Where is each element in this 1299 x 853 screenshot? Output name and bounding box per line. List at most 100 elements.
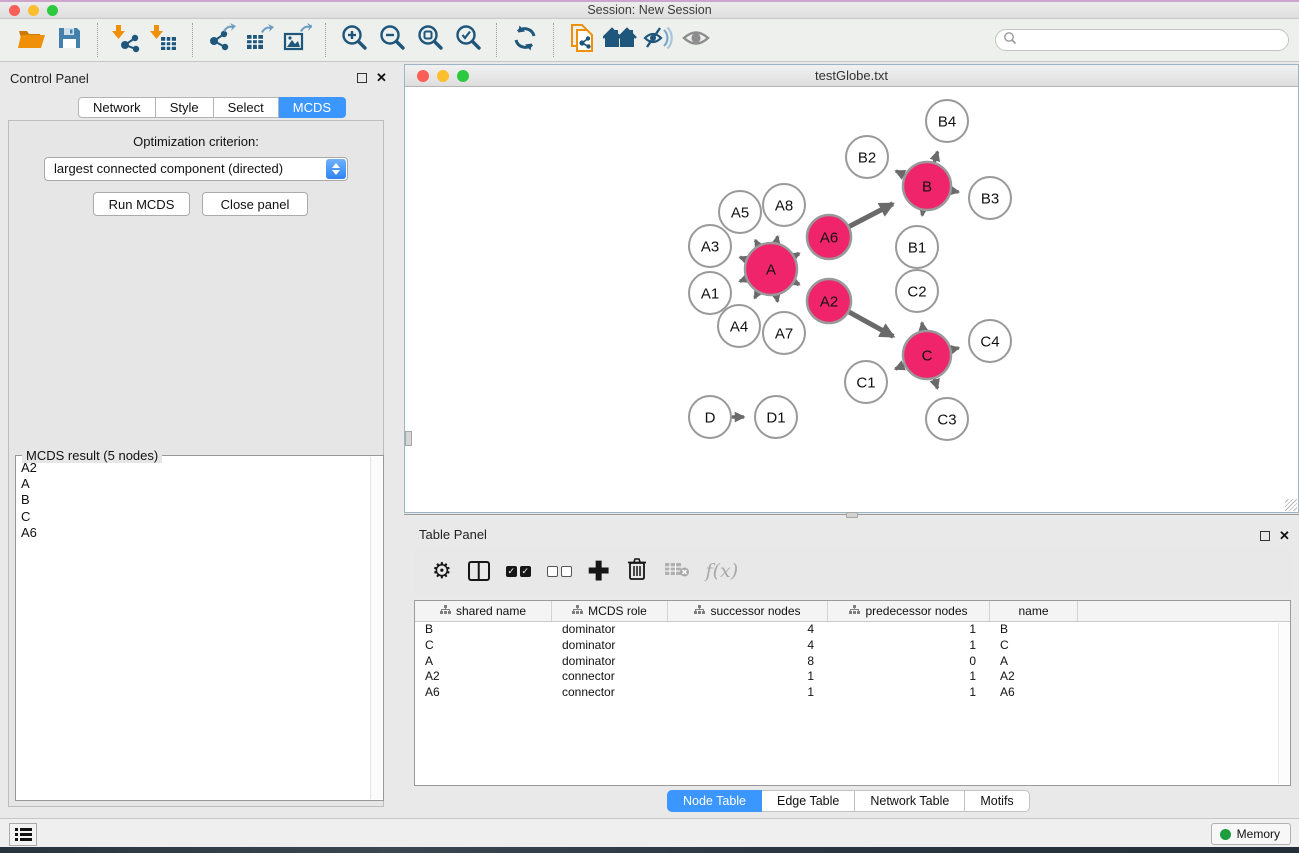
node-A1[interactable]: A1 <box>689 272 731 314</box>
delete-column-button[interactable] <box>626 556 648 586</box>
float-panel-icon[interactable] <box>357 73 367 83</box>
import-table-button[interactable] <box>147 24 181 56</box>
open-file-button[interactable] <box>14 24 48 56</box>
edge-C-C3[interactable] <box>934 379 937 389</box>
import-network-button[interactable] <box>109 24 143 56</box>
column-header-predecessor-nodes[interactable]: predecessor nodes <box>828 601 990 621</box>
table-cell[interactable]: connector <box>552 669 668 685</box>
node-B3[interactable]: B3 <box>969 177 1011 219</box>
edge-A2-C[interactable] <box>849 312 893 336</box>
table-cell[interactable]: A <box>990 654 1078 670</box>
table-row[interactable]: Adominator80A <box>415 654 1290 670</box>
table-cell[interactable]: dominator <box>552 654 668 670</box>
mcds-list-scrollbar[interactable] <box>370 457 382 799</box>
node-A3[interactable]: A3 <box>689 225 731 267</box>
node-C2[interactable]: C2 <box>896 270 938 312</box>
search-input[interactable] <box>1018 31 1288 49</box>
table-row[interactable]: Bdominator41B <box>415 622 1290 638</box>
network-zoom-button[interactable] <box>457 70 469 82</box>
close-table-panel-icon[interactable]: ✕ <box>1279 528 1290 544</box>
table-cell[interactable]: B <box>415 622 552 638</box>
export-table-button[interactable] <box>242 24 276 56</box>
table-cell[interactable]: A2 <box>990 669 1078 685</box>
splitter-grip[interactable] <box>846 512 858 518</box>
show-all-button[interactable] <box>603 24 637 56</box>
table-cell[interactable]: 8 <box>668 654 828 670</box>
table-row[interactable]: A2connector11A2 <box>415 669 1290 685</box>
edge-C-C2[interactable] <box>922 323 923 331</box>
task-history-button[interactable] <box>9 823 37 846</box>
node-C3[interactable]: C3 <box>926 398 968 440</box>
node-A7[interactable]: A7 <box>763 312 805 354</box>
node-A[interactable]: A <box>745 243 797 295</box>
horizontal-splitter[interactable] <box>404 514 1299 519</box>
network-close-button[interactable] <box>417 70 429 82</box>
network-window-titlebar[interactable]: testGlobe.txt <box>405 65 1298 87</box>
node-C4[interactable]: C4 <box>969 320 1011 362</box>
tab-select[interactable]: Select <box>214 97 279 118</box>
network-graph[interactable]: B4B2BB3A5A8A6B1A3AC2A1A2A4A7C4CC1DD1C3 <box>405 87 1298 512</box>
window-resize-grip[interactable] <box>1285 499 1297 511</box>
column-header-shared-name[interactable]: shared name <box>415 601 552 621</box>
edge-A-A6[interactable] <box>795 254 799 256</box>
search-field[interactable] <box>995 29 1289 51</box>
table-cell[interactable]: A <box>415 654 552 670</box>
node-A2[interactable]: A2 <box>807 279 851 323</box>
edge-A-A7[interactable] <box>776 295 777 301</box>
tab-mcds[interactable]: MCDS <box>279 97 346 118</box>
table-cell[interactable]: C <box>990 638 1078 654</box>
tab-network[interactable]: Network <box>78 97 156 118</box>
table-cell[interactable]: A2 <box>415 669 552 685</box>
export-network-button[interactable] <box>204 24 238 56</box>
memory-button[interactable]: Memory <box>1211 823 1291 845</box>
network-canvas[interactable]: B4B2BB3A5A8A6B1A3AC2A1A2A4A7C4CC1DD1C3 <box>405 87 1298 512</box>
clone-network-button[interactable] <box>565 24 599 56</box>
table-cell[interactable]: 1 <box>828 685 990 701</box>
table-row[interactable]: Cdominator41C <box>415 638 1290 654</box>
column-header-successor-nodes[interactable]: successor nodes <box>668 601 828 621</box>
edge-B-B2[interactable] <box>896 171 905 175</box>
edge-A-A2[interactable] <box>795 282 799 284</box>
table-cell[interactable]: B <box>990 622 1078 638</box>
table-cell[interactable]: A6 <box>415 685 552 701</box>
tab-network-table[interactable]: Network Table <box>855 790 965 812</box>
edge-B-B1[interactable] <box>922 211 923 216</box>
table-cell[interactable]: 0 <box>828 654 990 670</box>
edge-A-A1[interactable] <box>740 279 746 281</box>
node-B[interactable]: B <box>903 162 951 210</box>
table-row[interactable]: A6connector11A6 <box>415 685 1290 701</box>
edge-A-A5[interactable] <box>755 240 758 245</box>
table-options-button[interactable]: ⚙ <box>432 556 452 586</box>
edge-B-B3[interactable] <box>952 191 959 192</box>
table-cell[interactable]: dominator <box>552 622 668 638</box>
zoom-window-button[interactable] <box>47 5 58 16</box>
table-cell[interactable]: 1 <box>828 622 990 638</box>
node-D1[interactable]: D1 <box>755 396 797 438</box>
table-cell[interactable]: 1 <box>668 669 828 685</box>
mcds-result-item[interactable]: A <box>21 476 370 492</box>
table-cell[interactable]: dominator <box>552 638 668 654</box>
apply-layout-button[interactable] <box>508 24 542 56</box>
show-hidden-button[interactable] <box>679 24 713 56</box>
show-column-button[interactable] <box>468 556 490 586</box>
zoom-fit-button[interactable] <box>413 24 447 56</box>
node-B4[interactable]: B4 <box>926 100 968 142</box>
network-minimize-button[interactable] <box>437 70 449 82</box>
minimize-window-button[interactable] <box>28 5 39 16</box>
edge-C-C1[interactable] <box>895 365 904 369</box>
node-A6[interactable]: A6 <box>807 215 851 259</box>
close-window-button[interactable] <box>9 5 20 16</box>
hide-selected-button[interactable] <box>641 24 675 56</box>
table-scrollbar[interactable] <box>1278 623 1289 784</box>
edge-C-C4[interactable] <box>951 348 958 350</box>
table-cell[interactable]: 4 <box>668 622 828 638</box>
table-cell[interactable]: C <box>415 638 552 654</box>
splitter-handle[interactable] <box>405 431 412 446</box>
zoom-selected-button[interactable] <box>451 24 485 56</box>
column-header-name[interactable]: name <box>990 601 1078 621</box>
mcds-result-item[interactable]: A2 <box>21 460 370 476</box>
tab-node-table[interactable]: Node Table <box>667 790 762 812</box>
edge-A-A8[interactable] <box>776 236 777 242</box>
run-mcds-button[interactable]: Run MCDS <box>93 192 190 216</box>
node-D[interactable]: D <box>689 396 731 438</box>
